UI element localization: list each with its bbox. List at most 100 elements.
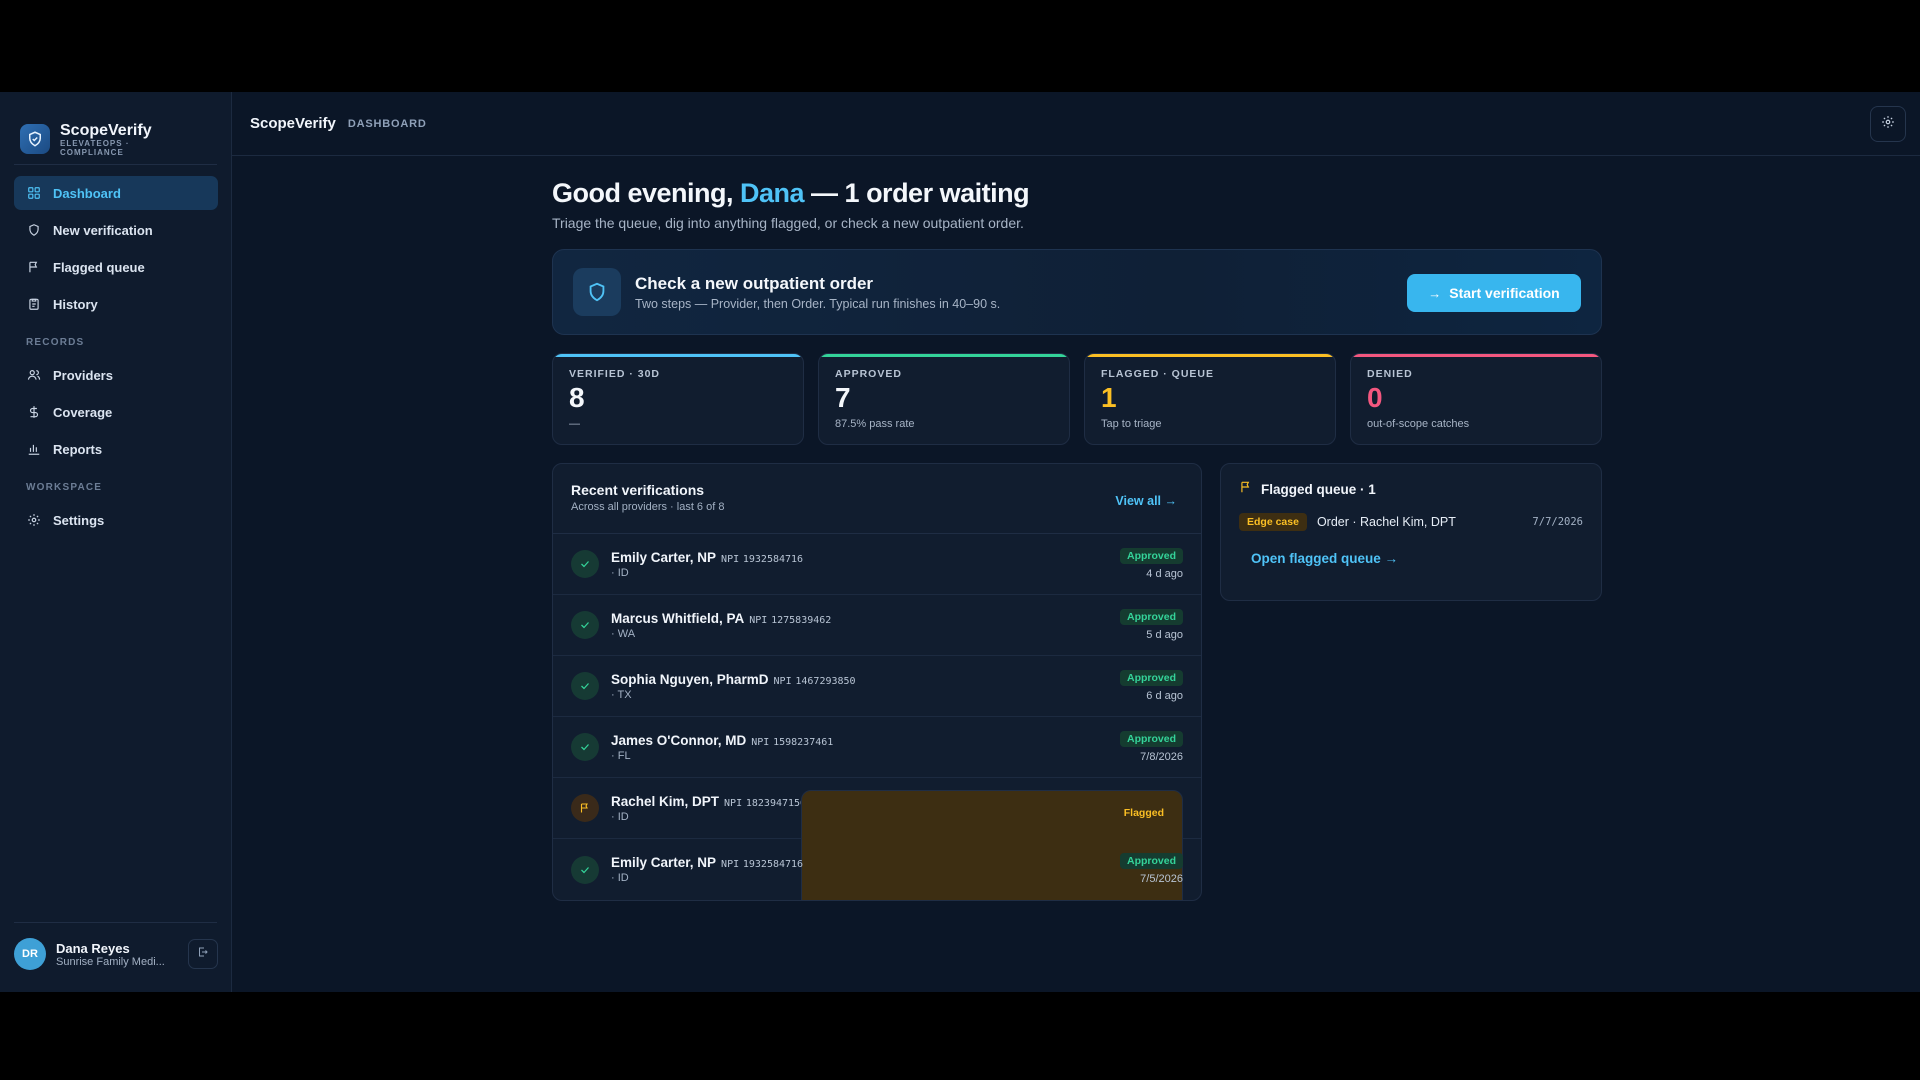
npi-number: 1467293850 [795, 675, 856, 687]
open-flagged-queue-link[interactable]: Open flagged queue → [1251, 551, 1398, 566]
row-timestamp: 7/8/2026 [1140, 751, 1183, 763]
brand-subtitle: ELEVATEOPS · COMPLIANCE [60, 138, 130, 157]
stat-note: Tap to triage [1101, 418, 1162, 430]
table-row[interactable]: James O'Connor, MD NPI 1598237461 · FL Appr… [553, 717, 1201, 778]
breadcrumb: DASHBOARD [347, 117, 427, 130]
sidebar-item-coverage[interactable]: Coverage [14, 395, 218, 429]
sidebar-item-providers[interactable]: Providers [14, 358, 218, 392]
sidebar-item-history[interactable]: History [14, 287, 218, 321]
stats-row: VERIFIED · 30D 8 — APPROVED 7 87.5% pass… [552, 353, 1602, 445]
lower-panels: Recent verifications Across all provider… [552, 463, 1602, 901]
npi-number: 1598237461 [773, 736, 834, 748]
sidebar-item-label: Providers [53, 367, 113, 383]
flagged-date: 7/7/2026 [1532, 516, 1583, 528]
page-subtitle: Triage the queue, dig into anything flag… [552, 215, 1024, 231]
page-title: Good evening, Dana — 1 order waiting [552, 178, 1602, 209]
stat-card-denied[interactable]: DENIED 0 out-of-scope catches [1350, 353, 1602, 445]
check-icon [571, 611, 599, 639]
stat-label: DENIED [1367, 368, 1413, 380]
provider-state: · ID [611, 810, 629, 823]
panel-title: Flagged queue · 1 [1261, 482, 1376, 497]
verification-list: Emily Carter, NP NPI 1932584716 · ID Approv… [553, 534, 1201, 900]
npi-number: 1823947156 [745, 797, 807, 809]
panel-title: Recent verifications [571, 482, 705, 498]
settings-button[interactable] [1870, 106, 1906, 142]
avatar[interactable]: DR [14, 938, 46, 970]
row-timestamp: 7/5/2026 [1140, 873, 1183, 885]
arrow-right-icon: → [1428, 285, 1442, 301]
stat-value: 8 [569, 382, 585, 413]
sidebar-item-new-verification[interactable]: New verification [14, 213, 218, 247]
provider-name-text: James O'Connor, MD [611, 732, 747, 748]
gear-icon [26, 512, 42, 528]
new-order-card: Check a new outpatient order Two steps —… [552, 249, 1602, 335]
shield-icon [26, 222, 42, 238]
section-label-records: RECORDS [26, 337, 85, 348]
table-row[interactable]: Emily Carter, NP NPI 1932584716 · ID Approv… [553, 534, 1201, 595]
recent-verifications-panel: Recent verifications Across all provider… [552, 463, 1202, 901]
stat-value: 1 [1101, 382, 1117, 413]
stat-accent-bar [1351, 354, 1601, 357]
provider-name: Rachel Kim, DPT NPI 1823947156 [611, 794, 806, 809]
npi-label: NPI [751, 736, 770, 748]
greeting-suffix: — 1 order waiting [804, 178, 1030, 208]
sidebar-item-flagged-queue[interactable]: Flagged queue [14, 250, 218, 284]
flagged-order: Order · Rachel Kim, DPT [1316, 515, 1456, 529]
stat-note: 87.5% pass rate [835, 418, 915, 430]
panel-header: Recent verifications Across all provider… [553, 464, 1201, 534]
user-name: Dana Reyes [56, 940, 130, 956]
sidebar-item-dashboard[interactable]: Dashboard [14, 176, 218, 210]
logout-icon [197, 945, 209, 963]
sidebar-item-label: History [53, 296, 98, 312]
stat-card-flagged[interactable]: FLAGGED · QUEUE 1 Tap to triage [1084, 353, 1336, 445]
flagged-queue-panel: Flagged queue · 1 Edge case Order · Rach… [1220, 463, 1602, 601]
npi-label: NPI [721, 859, 740, 870]
check-icon [571, 550, 599, 578]
stat-value: 0 [1367, 382, 1383, 413]
sidebar-item-label: Flagged queue [53, 259, 145, 275]
divider [14, 164, 217, 165]
sidebar-item-label: Coverage [53, 404, 113, 420]
view-all-link[interactable]: View all → [1115, 494, 1177, 508]
stat-accent-bar [553, 354, 803, 357]
sidebar-item-label: Reports [53, 441, 103, 457]
table-row[interactable]: Sophia Nguyen, PharmD NPI 1467293850 · TX A… [553, 656, 1201, 717]
brand[interactable]: ScopeVerify ELEVATEOPS · COMPLIANCE [0, 92, 231, 164]
user-profile: DR Dana Reyes Sunrise Family Medi... [14, 938, 218, 970]
row-timestamp: 6 d ago [1146, 690, 1183, 702]
flag-icon [26, 259, 42, 275]
table-row[interactable]: Marcus Whitfield, PA NPI 1275839462 · WA Ap… [553, 595, 1201, 656]
brand-name: ScopeVerify [60, 121, 152, 139]
flag-icon [1239, 480, 1253, 499]
provider-name: Emily Carter, NP NPI 1932584716 [611, 550, 803, 565]
stat-card-verified[interactable]: VERIFIED · 30D 8 — [552, 353, 804, 445]
provider-state: · FL [611, 749, 631, 762]
sidebar-item-label: New verification [53, 222, 153, 238]
provider-name-text: Marcus Whitfield, PA [611, 610, 745, 626]
npi-number: 1932584716 [742, 553, 804, 565]
greeting-user-name: Dana [740, 178, 805, 208]
status-badge: Edge case [1239, 513, 1307, 531]
status-badge: Approved [1119, 731, 1183, 747]
start-verification-button[interactable]: → Start verification [1407, 274, 1581, 312]
button-label: Start verification [1449, 285, 1560, 301]
stat-value: 7 [835, 382, 851, 413]
sidebar-item-settings[interactable]: Settings [14, 503, 218, 537]
stat-card-approved[interactable]: APPROVED 7 87.5% pass rate [818, 353, 1070, 445]
user-org: Sunrise Family Medi... [56, 955, 165, 968]
npi-label: NPI [749, 614, 768, 626]
provider-state: · ID [611, 872, 629, 884]
sidebar-item-reports[interactable]: Reports [14, 432, 218, 466]
status-badge: Approved [1119, 853, 1183, 869]
stat-note: out-of-scope catches [1367, 418, 1470, 430]
users-icon [26, 367, 42, 383]
flag-icon [571, 794, 599, 822]
logout-button[interactable] [188, 939, 218, 969]
table-row[interactable]: Rachel Kim, DPT NPI 1823947156 · ID Flagged… [553, 778, 1201, 900]
flagged-item[interactable]: Edge case Order · Rachel Kim, DPT 7/7/20… [1239, 513, 1583, 531]
table-row[interactable]: Emily Carter, NP NPI 1932584716 · ID Approv… [553, 839, 1201, 900]
sidebar: ScopeVerify ELEVATEOPS · COMPLIANCE Dash… [0, 92, 232, 992]
provider-name: James O'Connor, MD NPI 1598237461 [611, 733, 833, 748]
topbar-title: ScopeVerify [250, 115, 336, 132]
shield-icon [573, 268, 621, 316]
